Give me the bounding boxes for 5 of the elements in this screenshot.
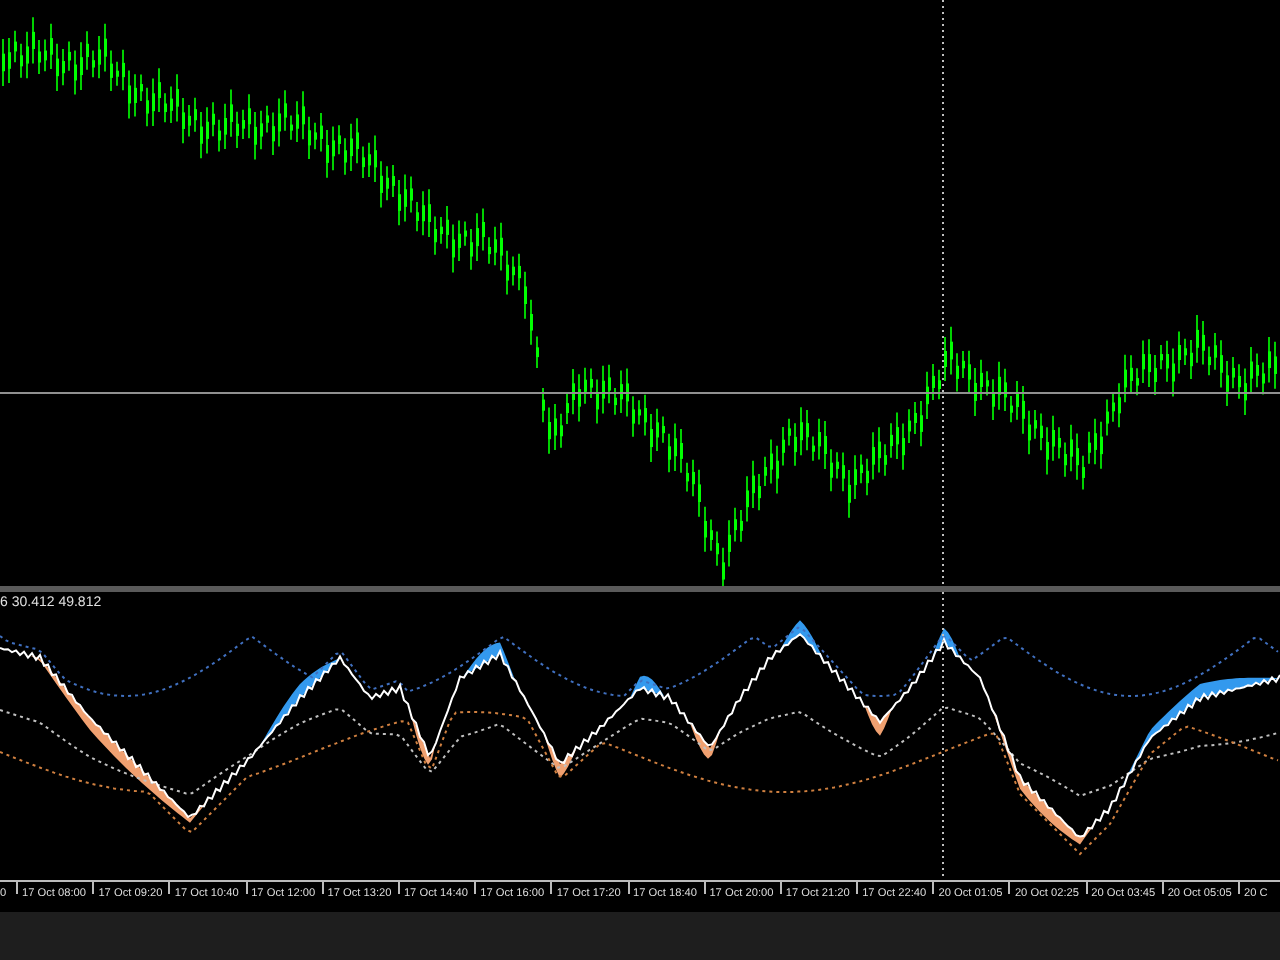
oscillator-fill-area: [630, 675, 664, 698]
oscillator-fill-area: [464, 642, 516, 683]
oscillator-fill-area: [864, 704, 892, 736]
oscillator-fill-area: [690, 723, 720, 759]
oscillator-fill-area: [932, 628, 960, 659]
